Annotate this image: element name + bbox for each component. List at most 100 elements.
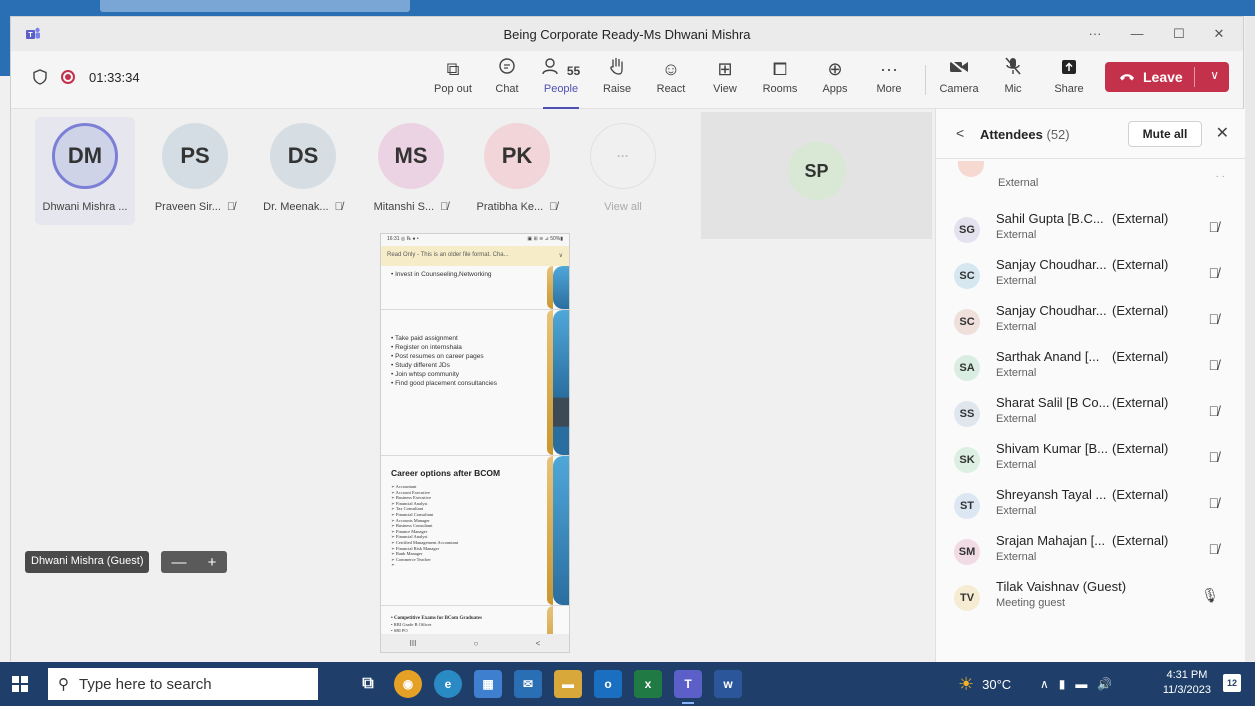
chat-icon xyxy=(485,57,529,81)
minimize-button[interactable]: — xyxy=(1117,23,1157,45)
chat-button[interactable]: Chat xyxy=(485,57,529,103)
view-all-button[interactable]: ··· View all xyxy=(573,117,673,225)
mail-icon[interactable]: ✉ xyxy=(514,670,542,698)
attendee-subtitle: External xyxy=(996,413,1037,425)
pop-out-button[interactable]: ⧉ Pop out xyxy=(431,57,475,103)
title-bar: T Being Corporate Ready-Ms Dhwani Mishra… xyxy=(11,17,1243,51)
attendee-row[interactable]: SM Srajan Mahajan [... (External) Extern… xyxy=(936,529,1245,573)
raise-hand-button[interactable]: Raise xyxy=(595,57,639,103)
slide-bullet: • Register on internshala xyxy=(391,344,462,351)
recents-icon: III xyxy=(409,638,417,648)
attendee-row[interactable]: SA Sarthak Anand [... (External) Externa… xyxy=(936,345,1245,389)
participant-tile[interactable]: DS Dr. Meenak... 🎙̸ xyxy=(253,117,353,225)
excel-icon[interactable]: x xyxy=(634,670,662,698)
avatar: MS xyxy=(378,123,444,189)
file-explorer-icon[interactable]: ▬ xyxy=(554,670,582,698)
sun-icon: ☀ xyxy=(958,673,975,694)
battery-icon[interactable]: ▮ xyxy=(1059,677,1066,691)
attendee-row[interactable]: SC Sanjay Choudhar... (External) Externa… xyxy=(936,253,1245,297)
attendee-row[interactable]: SG Sahil Gupta [B.C... (External) Extern… xyxy=(936,207,1245,251)
people-icon: 55 xyxy=(537,57,585,81)
participant-name: Dhwani Mishra ... xyxy=(42,201,128,213)
edge-icon[interactable]: e xyxy=(434,670,462,698)
more-window-options-button[interactable]: ··· xyxy=(1075,23,1115,45)
mic-label: Mic xyxy=(1004,83,1022,95)
attendee-subtitle: External xyxy=(996,367,1037,379)
clock-date: 11/3/2023 xyxy=(1162,684,1211,696)
slide: • Invest in Counseeling,Networking xyxy=(381,266,569,310)
word-icon[interactable]: w xyxy=(714,670,742,698)
task-view-icon[interactable]: ⧉ xyxy=(354,670,382,698)
attendee-name: Sanjay Choudhar... xyxy=(996,257,1107,272)
network-icon[interactable]: ▬ xyxy=(1075,677,1087,691)
attendee-name: Shreyansh Tayal ... xyxy=(996,487,1107,502)
mute-all-button[interactable]: Mute all xyxy=(1128,121,1202,147)
teams-icon[interactable]: T xyxy=(674,670,702,704)
maximize-button[interactable]: ☐ xyxy=(1159,23,1199,45)
search-icon: ⚲ xyxy=(58,676,69,693)
panel-header: < Attendees (52) Mute all ✕ xyxy=(936,109,1245,159)
raise-label: Raise xyxy=(602,83,632,95)
people-button[interactable]: 55 People xyxy=(537,57,585,109)
attendee-row[interactable]: SS Sharat Salil [B Co... (External) Exte… xyxy=(936,391,1245,435)
slide-bullet: • Invest in Counseeling,Networking xyxy=(391,271,492,278)
attendee-name: Shivam Kumar [B... xyxy=(996,441,1108,456)
chevron-up-icon[interactable]: ∧ xyxy=(1040,677,1049,691)
avatar: SC xyxy=(954,263,980,289)
leave-label: Leave xyxy=(1143,69,1183,85)
attendee-row[interactable]: SC Sanjay Choudhar... (External) Externa… xyxy=(936,299,1245,343)
avatar: DM xyxy=(52,123,118,189)
share-button[interactable]: Share xyxy=(1047,57,1091,103)
chevron-down-icon: ∨ xyxy=(558,253,563,259)
participant-tile[interactable]: DM Dhwani Mishra ... xyxy=(35,117,135,225)
close-window-button[interactable]: ✕ xyxy=(1199,23,1239,45)
taskbar-clock[interactable]: 4:31 PM 11/3/2023 xyxy=(1163,668,1211,698)
view-button[interactable]: ⊞ View xyxy=(703,57,747,103)
zoom-in-button[interactable]: + xyxy=(208,554,217,571)
rooms-button[interactable]: ⧠ Rooms xyxy=(757,57,803,103)
camera-button[interactable]: Camera xyxy=(935,57,983,103)
zoom-out-button[interactable]: — xyxy=(172,554,187,571)
participant-tile[interactable]: MS Mitanshi S... 🎙̸ xyxy=(361,117,461,225)
apps-button[interactable]: ⊕ Apps xyxy=(813,57,857,103)
slide: Career options after BCOM ➢ Accountant ➢… xyxy=(381,456,569,606)
attendees-panel: < Attendees (52) Mute all ✕ External · ·… xyxy=(935,109,1245,662)
participant-tile[interactable]: PS Praveen Sir... 🎙̸ xyxy=(145,117,245,225)
windows-start-icon[interactable] xyxy=(12,676,28,692)
close-icon[interactable]: ✕ xyxy=(1216,123,1229,143)
chevron-down-icon[interactable]: ∨ xyxy=(1210,68,1219,82)
participant-name: Dr. Meenak... xyxy=(263,201,329,213)
store-icon[interactable]: ▦ xyxy=(474,670,502,698)
notification-icon[interactable]: 12 xyxy=(1223,674,1241,692)
spotlight-tile[interactable]: SP xyxy=(701,112,932,239)
outlook-icon[interactable]: o xyxy=(594,670,622,698)
participant-tile[interactable]: PK Pratibha Ke... 🎙̸ xyxy=(467,117,567,225)
list-item: External · · xyxy=(936,161,1245,195)
shield-icon[interactable] xyxy=(33,69,47,85)
leave-button[interactable]: Leave ∨ xyxy=(1105,62,1229,92)
taskbar-search[interactable]: ⚲ Type here to search xyxy=(48,668,318,700)
attendee-row[interactable]: ST Shreyansh Tayal ... (External) Extern… xyxy=(936,483,1245,527)
avatar: SC xyxy=(954,309,980,335)
share-icon xyxy=(1047,57,1091,81)
weather-widget[interactable]: ☀ 30°C xyxy=(958,662,1011,706)
mic-off-icon: 🎙̸ xyxy=(1208,357,1220,373)
chrome-icon[interactable]: ◉ xyxy=(394,670,422,698)
chevron-left-icon[interactable]: < xyxy=(956,125,964,141)
avatar: DS xyxy=(270,123,336,189)
attendee-row[interactable]: SK Shivam Kumar [B... (External) Externa… xyxy=(936,437,1245,481)
attendee-row[interactable]: TV Tilak Vaishnav (Guest) Meeting guest … xyxy=(936,575,1245,619)
avatar: PK xyxy=(484,123,550,189)
slide-bullet: • Find good placement consultancies xyxy=(391,380,497,387)
volume-icon[interactable]: 🔊 xyxy=(1097,677,1112,691)
avatar xyxy=(958,161,984,177)
react-button[interactable]: ☺ React xyxy=(649,57,693,103)
more-icon[interactable]: · · xyxy=(1216,171,1225,182)
mic-button[interactable]: Mic xyxy=(991,57,1035,103)
chat-label: Chat xyxy=(495,83,519,95)
more-button[interactable]: ··· More xyxy=(867,57,911,103)
avatar: ST xyxy=(954,493,980,519)
slide-bullet: • Study different JDs xyxy=(391,362,450,369)
windows-taskbar: ⚲ Type here to search ⧉ ◉ e ▦ ✉ ▬ o x T … xyxy=(0,662,1255,706)
attendee-tag: (External) xyxy=(1112,211,1169,226)
